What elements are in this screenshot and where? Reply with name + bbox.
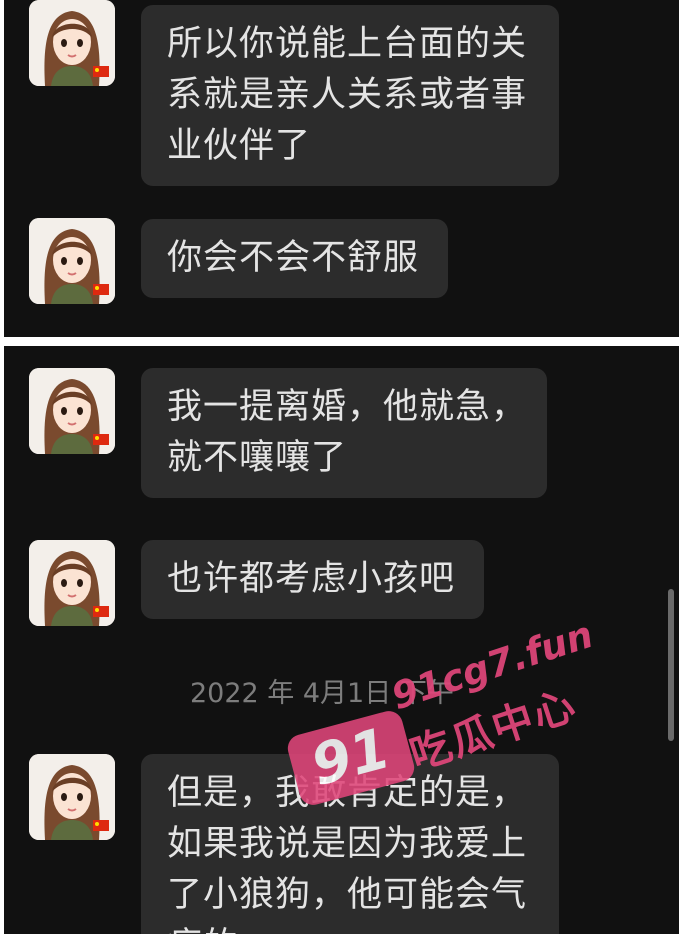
scrollbar[interactable] [668, 589, 674, 741]
message-bubble[interactable]: 也许都考虑小孩吧 [141, 540, 484, 619]
avatar[interactable] [29, 0, 115, 86]
message-bubble[interactable]: 你会不会不舒服 [141, 219, 448, 298]
woman-avatar-icon [29, 754, 115, 840]
woman-avatar-icon [29, 368, 115, 454]
timestamp: 2022 年 4月1日 下午 [190, 678, 454, 709]
chat-screenshot-bottom: 我一提离婚，他就急， 就不嚷嚷了 也许都考虑小孩吧 2022 年 4月1日 下午 [4, 346, 679, 934]
woman-avatar-icon [29, 218, 115, 304]
message-bubble[interactable]: 我一提离婚，他就急， 就不嚷嚷了 [141, 368, 547, 498]
avatar[interactable] [29, 368, 115, 454]
message-bubble[interactable]: 所以你说能上台面的关 系就是亲人关系或者事 业伙伴了 [141, 5, 559, 186]
woman-avatar-icon [29, 0, 115, 86]
avatar[interactable] [29, 754, 115, 840]
message-bubble[interactable]: 但是，我敢肯定的是， 如果我说是因为我爱上 了小狼狗，他可能会气 疯的 [141, 754, 559, 934]
woman-avatar-icon [29, 540, 115, 626]
avatar[interactable] [29, 218, 115, 304]
chat-screenshot-top: 所以你说能上台面的关 系就是亲人关系或者事 业伙伴了 你会不会不舒服 [4, 0, 679, 337]
avatar[interactable] [29, 540, 115, 626]
